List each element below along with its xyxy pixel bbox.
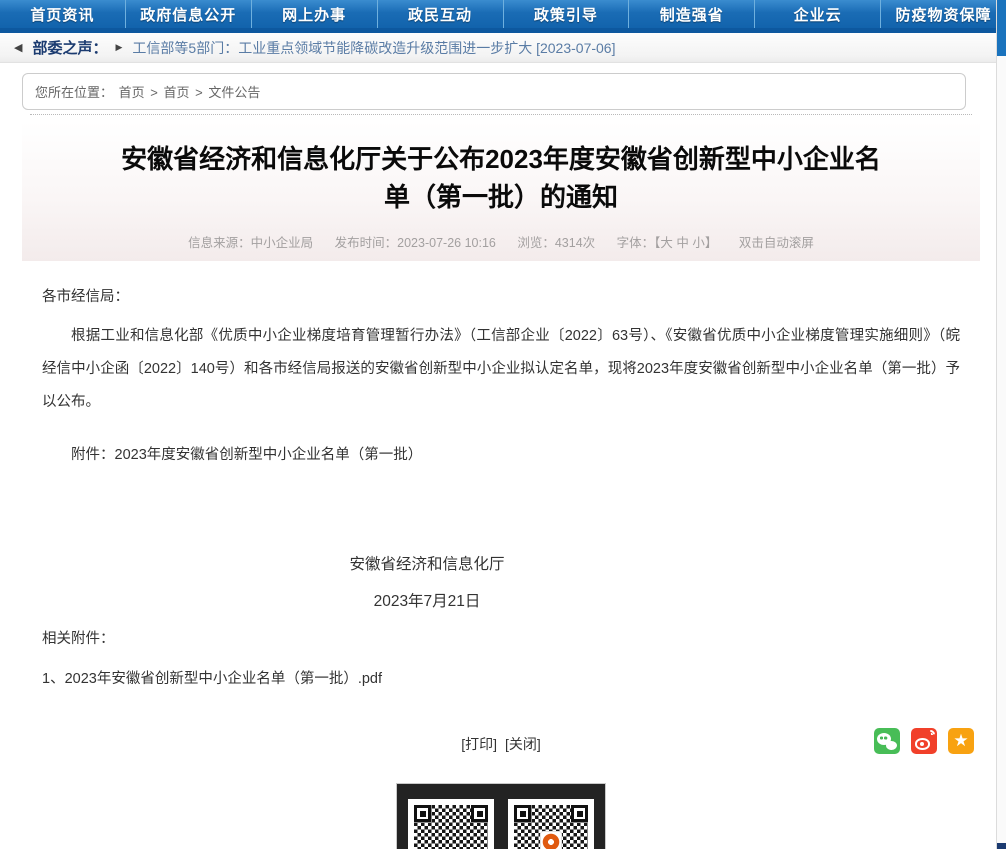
top-navigation: 首页资讯 政府信息公开 网上办事 政民互动 政策引导 制造强省 企业云 防疫物资…	[0, 0, 1006, 28]
article-header: 安徽省经济和信息化厅关于公布2023年度安徽省创新型中小企业名单（第一批）的通知…	[22, 122, 980, 261]
breadcrumb-home-2[interactable]: 首页	[164, 85, 190, 100]
nav-item-home[interactable]: 首页资讯	[0, 0, 126, 28]
vertical-scrollbar[interactable]	[996, 0, 1006, 849]
attachment-pdf-link[interactable]: 1、2023年安徽省创新型中小企业名单（第一批）.pdf	[42, 667, 960, 688]
article-body: 各市经信局： 根据工业和信息化部《优质中小企业梯度培育管理暂行办法》（工信部企业…	[22, 287, 980, 849]
scrollbar-bottom-cap	[997, 843, 1006, 849]
share-icons: ★	[874, 728, 974, 754]
star-icon: ★	[948, 728, 974, 754]
breadcrumb-separator: >	[150, 85, 158, 100]
nav-item-enterprise-cloud[interactable]: 企业云	[755, 0, 881, 28]
print-button[interactable]: [打印]	[461, 736, 497, 752]
body-paragraph: 根据工业和信息化部《优质中小企业梯度培育管理暂行办法》（工信部企业〔2022〕6…	[42, 320, 960, 419]
meta-autoscroll-hint: 双击自动滚屏	[739, 236, 814, 250]
meta-publish-time: 发布时间：2023-07-26 10:16	[335, 236, 496, 250]
weibo-share-icon[interactable]	[911, 728, 937, 754]
signature-date: 2023年7月21日	[312, 589, 542, 611]
wechat-small-bubble-icon	[886, 741, 897, 750]
qr-section: 微博扫描 微信平台	[42, 783, 960, 849]
wechat-qr-column: 微信平台	[507, 799, 595, 849]
actions-row: [打印] [关闭] ★	[42, 728, 960, 756]
favorite-star-share-icon[interactable]: ★	[948, 728, 974, 754]
qr-pattern	[514, 805, 588, 849]
ticker-news-link[interactable]: 工信部等5部门：工业重点领域节能降碳改造升级范围进一步扩大 [2023-07-0…	[132, 38, 615, 58]
meta-font-size-controls[interactable]: 字体：【大 中 小】	[617, 236, 718, 250]
ticker-next-icon[interactable]: ▶	[115, 42, 122, 53]
weibo-qr-code	[408, 799, 494, 849]
nav-item-manufacturing[interactable]: 制造强省	[629, 0, 755, 28]
breadcrumb-prefix: 您所在位置：	[35, 85, 113, 100]
qr-finder-icon	[514, 805, 531, 822]
qr-pattern	[414, 805, 488, 849]
print-close-actions: [打印] [关闭]	[42, 734, 960, 754]
attachment-line: 附件：2023年度安徽省创新型中小企业名单（第一批）	[42, 443, 960, 464]
meta-view-count: 浏览：4314次	[517, 236, 595, 250]
signer-name: 安徽省经济和信息化厅	[312, 552, 542, 574]
article-meta: 信息来源：中小企业局 发布时间：2023-07-26 10:16 浏览：4314…	[112, 216, 890, 261]
main-content: 您所在位置： 首页 > 首页 > 文件公告 安徽省经济和信息化厅关于公布2023…	[22, 73, 980, 849]
salutation: 各市经信局：	[42, 287, 960, 307]
qr-box: 微博扫描 微信平台	[396, 783, 606, 849]
breadcrumb-file-notice[interactable]: 文件公告	[208, 85, 260, 100]
nav-item-policy[interactable]: 政策引导	[504, 0, 630, 28]
wechat-qr-code	[508, 799, 594, 849]
qr-finder-icon	[414, 805, 431, 822]
signature-block: 安徽省经济和信息化厅 2023年7月21日	[312, 552, 542, 611]
nav-item-interaction[interactable]: 政民互动	[378, 0, 504, 28]
breadcrumb-separator: >	[195, 85, 203, 100]
weibo-qr-column: 微博扫描	[407, 799, 495, 849]
qr-finder-icon	[571, 805, 588, 822]
related-attachments-label: 相关附件：	[42, 627, 960, 648]
scrollbar-thumb[interactable]	[997, 0, 1006, 56]
breadcrumb: 您所在位置： 首页 > 首页 > 文件公告	[22, 73, 966, 110]
nav-item-online-service[interactable]: 网上办事	[252, 0, 378, 28]
meta-source: 信息来源：中小企业局	[188, 236, 313, 250]
wechat-share-icon[interactable]	[874, 728, 900, 754]
close-button[interactable]: [关闭]	[505, 736, 541, 752]
dotted-divider	[30, 114, 972, 115]
nav-item-gov-info[interactable]: 政府信息公开	[126, 0, 252, 28]
news-ticker: ◀ 部委之声： ▶ 工信部等5部门：工业重点领域节能降碳改造升级范围进一步扩大 …	[0, 33, 1006, 63]
qr-finder-icon	[471, 805, 488, 822]
qr-center-logo-icon	[540, 831, 562, 849]
nav-item-epidemic-supplies[interactable]: 防疫物资保障	[881, 0, 1006, 28]
weibo-eye-icon	[915, 738, 930, 750]
ticker-prev-icon[interactable]: ◀	[14, 41, 22, 54]
ticker-title: 部委之声：	[32, 37, 107, 58]
page-title: 安徽省经济和信息化厅关于公布2023年度安徽省创新型中小企业名单（第一批）的通知	[112, 140, 890, 216]
breadcrumb-home[interactable]: 首页	[119, 85, 145, 100]
